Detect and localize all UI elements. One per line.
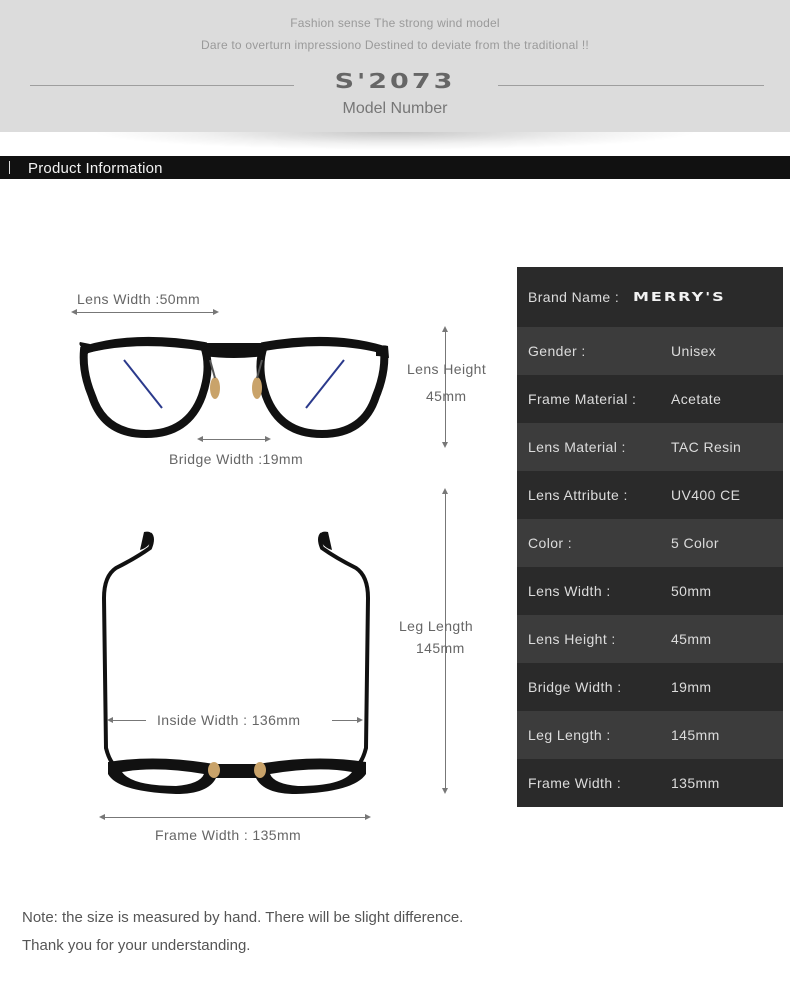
- spec-row: Gender : Unisex: [517, 327, 783, 375]
- spec-value: 5 Color: [671, 535, 719, 551]
- spec-key: Gender :: [528, 343, 586, 359]
- spec-row: Frame Material : Acetate: [517, 375, 783, 423]
- spec-row: Leg Length : 145mm: [517, 711, 783, 759]
- glasses-top-view: [101, 531, 371, 794]
- spec-row: Lens Height : 45mm: [517, 615, 783, 663]
- spec-row: Lens Attribute : UV400 CE: [517, 471, 783, 519]
- tagline-2: Dare to overturn impressiono Destined to…: [201, 38, 589, 52]
- spec-value: UV400 CE: [671, 487, 741, 503]
- spec-key: Lens Width :: [528, 583, 611, 599]
- spec-key: Lens Attribute :: [528, 487, 628, 503]
- lens-width-arrow: [71, 309, 219, 315]
- spec-row: Lens Material : TAC Resin: [517, 423, 783, 471]
- spec-table: Brand Name : MERRY'S Gender : Unisex Fra…: [517, 267, 783, 807]
- model-code: S'2073: [334, 69, 456, 94]
- lens-height-label: Lens Height: [407, 361, 487, 377]
- spec-value: 145mm: [671, 727, 720, 743]
- spec-key: Brand Name :: [528, 289, 620, 305]
- spec-value: 50mm: [671, 583, 712, 599]
- leg-length-value: 145mm: [416, 640, 465, 656]
- spec-value: Acetate: [671, 391, 722, 407]
- section-title: Product Information: [28, 160, 163, 177]
- note-line-1: Note: the size is measured by hand. Ther…: [22, 909, 464, 926]
- note-line-2: Thank you for your understanding.: [22, 937, 251, 954]
- banner-shadow: [90, 132, 700, 150]
- brand-logo: MERRY'S: [633, 289, 726, 305]
- lens-height-value: 45mm: [426, 388, 467, 404]
- spec-key: Frame Material :: [528, 391, 637, 407]
- inside-width-label: Inside Width : 136mm: [157, 712, 301, 728]
- spec-key: Lens Material :: [528, 439, 626, 455]
- spec-key: Lens Height :: [528, 631, 616, 647]
- frame-width-label: Frame Width : 135mm: [155, 827, 302, 843]
- frame-width-arrow: [99, 814, 371, 820]
- spec-value: Unisex: [671, 343, 717, 359]
- inside-width-arrow-right: [332, 717, 363, 723]
- spec-row: Color : 5 Color: [517, 519, 783, 567]
- spec-value: 45mm: [671, 631, 712, 647]
- section-marker: [9, 161, 10, 174]
- spec-key: Color :: [528, 535, 573, 551]
- spec-row: Lens Width : 50mm: [517, 567, 783, 615]
- spec-key: Leg Length :: [528, 727, 611, 743]
- glasses-front-view: [79, 336, 389, 439]
- spec-row: Frame Width : 135mm: [517, 759, 783, 807]
- spec-value: 135mm: [671, 775, 720, 791]
- spec-value: TAC Resin: [671, 439, 742, 455]
- leg-length-label: Leg Length: [399, 618, 474, 634]
- spec-key: Frame Width :: [528, 775, 622, 791]
- spec-key: Bridge Width :: [528, 679, 622, 695]
- tagline-1: Fashion sense The strong wind model: [290, 16, 500, 30]
- lens-width-label: Lens Width :50mm: [77, 291, 201, 307]
- model-label: Model Number: [342, 100, 448, 117]
- spec-row-brand: Brand Name : MERRY'S: [517, 267, 783, 327]
- lens-height-arrow: [442, 326, 448, 448]
- bridge-width-arrow: [197, 436, 271, 442]
- spec-row: Bridge Width : 19mm: [517, 663, 783, 711]
- inside-width-arrow-left: [107, 717, 146, 723]
- bridge-width-label: Bridge Width :19mm: [169, 451, 304, 467]
- spec-value: 19mm: [671, 679, 712, 695]
